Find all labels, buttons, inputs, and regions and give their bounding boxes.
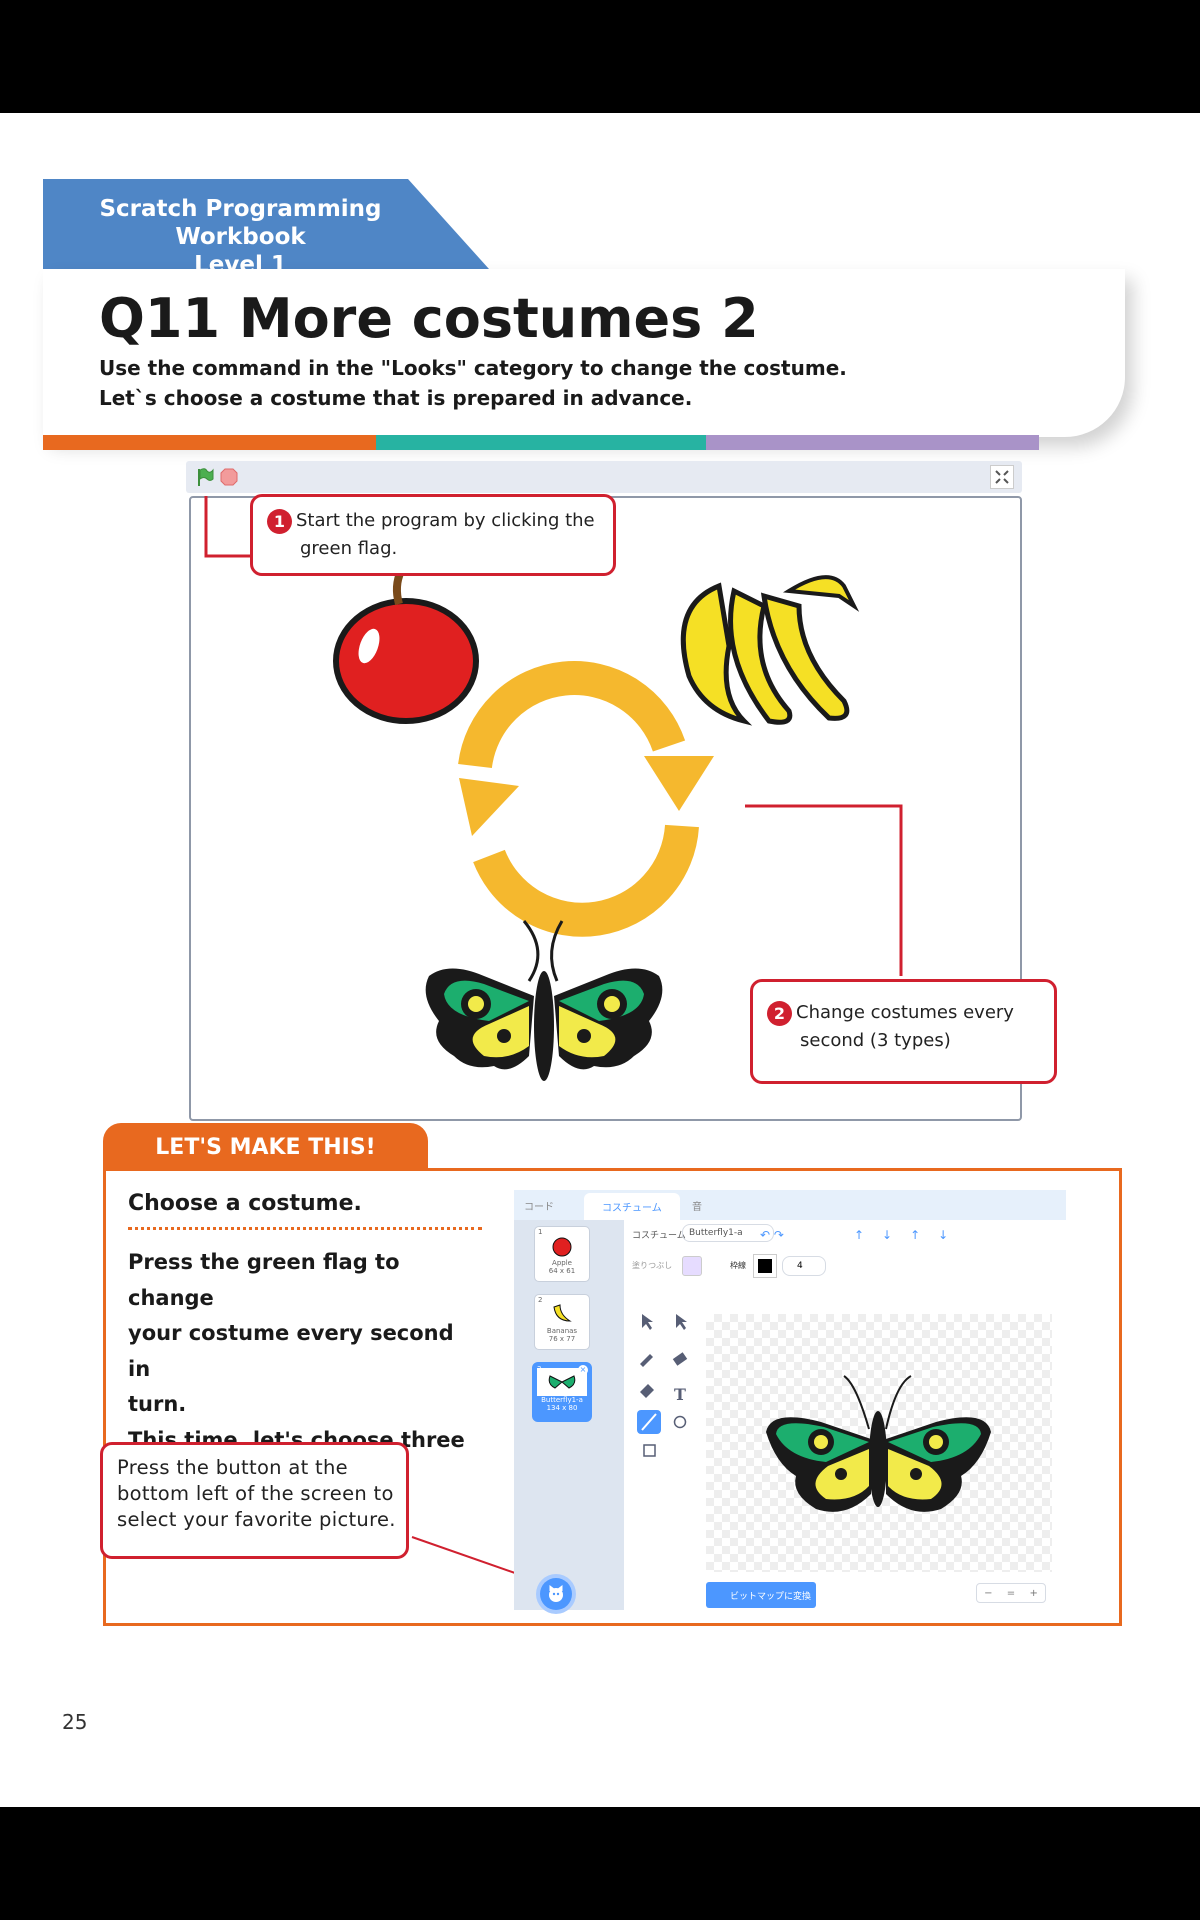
costume-name: Butterfly1-a [541, 1396, 583, 1404]
choose-costume-button[interactable] [540, 1578, 572, 1610]
costume-name: Apple [552, 1259, 572, 1267]
zoom-controls: − = + [976, 1583, 1046, 1603]
callout-text: bottom left of the screen to [117, 1482, 394, 1505]
cat-icon [549, 1585, 563, 1602]
color-bar-purple [706, 435, 1039, 450]
workbook-label: Scratch Programming Workbook Level 1 [43, 195, 438, 279]
stop-icon[interactable] [220, 468, 238, 486]
workbook-title: Scratch Programming Workbook [99, 196, 382, 250]
zoom-reset-button[interactable]: = [1007, 1588, 1015, 1599]
callout-text: Press the button at the [117, 1456, 348, 1479]
zoom-out-button[interactable]: − [984, 1588, 992, 1599]
select-tool-icon[interactable] [642, 1314, 653, 1330]
title-card: Q11 More costumes 2 Use the command in t… [43, 269, 1125, 437]
editor-tabbar: コード コスチューム 音 [514, 1190, 1066, 1220]
lets-make-label: LET'S MAKE THIS! [155, 1135, 376, 1160]
eraser-tool-icon[interactable] [672, 1352, 688, 1366]
costume-thumb-2[interactable]: 2 Bananas 76 x 77 [534, 1294, 590, 1350]
fill-label: 塗りつぶし [632, 1261, 673, 1270]
circle-tool-icon[interactable] [673, 1415, 687, 1429]
fullscreen-icon[interactable] [990, 465, 1014, 489]
dotted-divider [128, 1227, 482, 1230]
subtitle-line: Use the command in the "Looks" category … [99, 356, 847, 380]
step-number-badge: 2 [767, 1000, 792, 1026]
green-flag-icon[interactable] [196, 467, 214, 487]
callout-text: second (3 types) [800, 1030, 951, 1051]
color-bar-orange [43, 435, 376, 450]
costume-thumb-1[interactable]: 1 Apple 64 x 61 [534, 1226, 590, 1282]
costume-list: 1 Apple 64 x 61 2 Bananas 76 x 77 3 × Bu… [514, 1220, 624, 1610]
costume-size: 76 x 77 [548, 1335, 576, 1343]
outline-label: 枠線 [730, 1261, 746, 1270]
step-number-badge: 1 [267, 508, 292, 534]
costume-name-label: コスチューム [632, 1231, 686, 1241]
color-bar-teal [376, 435, 706, 450]
callout-text: Change costumes every [796, 1002, 1014, 1023]
tab-sounds[interactable]: 音 [692, 1198, 702, 1213]
brush-tool-icon[interactable] [640, 1354, 653, 1367]
butterfly-canvas-image [766, 1375, 991, 1512]
costume-num: 3 [537, 1365, 542, 1373]
costume-size: 64 x 61 [548, 1267, 576, 1275]
apple-thumb-icon [552, 1237, 572, 1257]
undo-redo-icons[interactable]: ↶ ↷ [760, 1228, 784, 1242]
workbook-level-tab: Scratch Programming Workbook Level 1 [43, 179, 489, 278]
cycle-connector-line [745, 804, 903, 976]
instruction-line: your costume every second in [128, 1321, 454, 1381]
callout-start: 1 Start the program by clicking the green… [250, 494, 616, 576]
butterfly-thumb-icon [548, 1375, 576, 1389]
butterfly-costume [425, 920, 663, 1081]
instruction-line: Press the green flag to change [128, 1250, 400, 1310]
zoom-in-button[interactable]: + [1029, 1588, 1037, 1599]
tab-costumes[interactable]: コスチューム [584, 1193, 680, 1220]
tab-code[interactable]: コード [524, 1198, 554, 1213]
costume-num: 1 [538, 1228, 543, 1236]
callout-text: Start the program by clicking the [296, 510, 595, 531]
fill-color-swatch[interactable] [682, 1256, 702, 1276]
callout-text: select your favorite picture. [117, 1508, 396, 1531]
callout-change: 2 Change costumes every second (3 types) [750, 979, 1057, 1084]
delete-costume-icon[interactable]: × [578, 1365, 588, 1375]
page-subtitle: Use the command in the "Looks" category … [99, 353, 847, 413]
bananas-thumb-icon [553, 1304, 572, 1322]
costume-size: 134 x 80 [546, 1404, 578, 1412]
paint-tools: T [637, 1314, 688, 1457]
costume-num: 2 [538, 1296, 543, 1304]
reshape-tool-icon[interactable] [676, 1314, 687, 1330]
costume-thumb-3-selected[interactable]: 3 × Butterfly1-a 134 x 80 [532, 1362, 592, 1422]
callout-text: green flag. [300, 538, 398, 559]
costume-name: Bananas [546, 1327, 578, 1335]
instruction-line: turn. [128, 1392, 187, 1416]
apple-costume [333, 569, 479, 724]
layer-order-icons[interactable]: ↑↓↑↓ [854, 1228, 966, 1242]
outline-size-input[interactable]: 4 [782, 1256, 826, 1276]
fill-tool-icon[interactable] [640, 1384, 654, 1398]
subtitle-line: Let`s choose a costume that is prepared … [99, 386, 693, 410]
convert-to-bitmap-button[interactable]: ビットマップに変換 [706, 1582, 816, 1608]
bananas-costume [680, 575, 860, 726]
callout-choose-button: Press the button at the bottom left of t… [100, 1442, 409, 1559]
text-tool-icon[interactable]: T [674, 1385, 686, 1404]
outline-color-swatch[interactable] [753, 1254, 777, 1278]
workbook-page: Scratch Programming Workbook Level 1 Q11… [0, 113, 1200, 1807]
page-number: 25 [62, 1710, 88, 1734]
cycle-arrowhead-right [644, 756, 714, 811]
rectangle-tool-icon[interactable] [643, 1444, 656, 1457]
cycle-arrowhead-left [459, 778, 519, 836]
section-heading: Choose a costume. [128, 1191, 362, 1216]
paint-canvas[interactable] [706, 1314, 1052, 1572]
stage-toolbar [186, 461, 1022, 493]
flag-connector-line [204, 496, 253, 558]
page-title: Q11 More costumes 2 [99, 287, 759, 350]
costume-editor-screenshot: コード コスチューム 音 1 Apple 64 x 61 2 Bananas 7… [514, 1190, 1066, 1610]
